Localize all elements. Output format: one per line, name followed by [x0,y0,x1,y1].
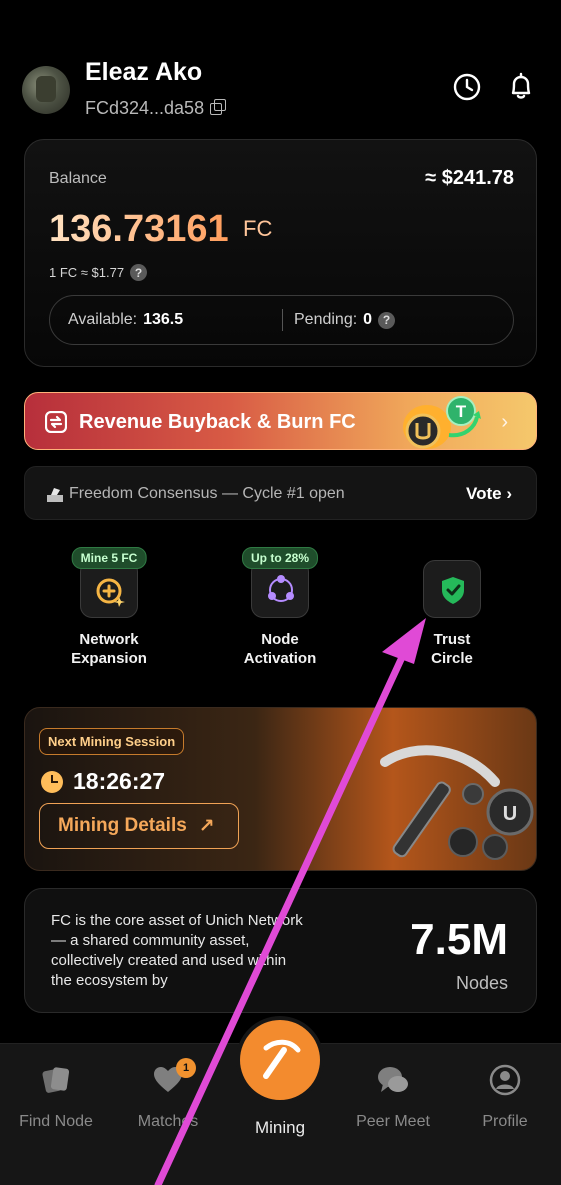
ballot-icon [47,488,63,502]
feature-icon-box: Up to 28% [241,547,319,618]
node-network-icon [268,575,294,602]
copy-icon[interactable] [210,98,227,115]
available-value: 136.5 [143,311,184,328]
tab-label: Peer Meet [356,1113,430,1130]
balance-card: Balance ≈ $241.78 136.73161 FC 1 FC ≈ $1… [24,139,537,367]
feature-node-activation[interactable]: Up to 28% Node Activation [210,547,350,668]
info-card: FC is the core asset of Unich Network — … [24,888,537,1013]
svg-text:U: U [503,803,517,825]
tab-find-node[interactable]: Find Node [1,1062,111,1131]
feature-trust-circle[interactable]: Trust Circle [382,560,522,668]
exchange-rate-text: 1 FC ≈ $1.77 [49,265,125,280]
wallet-address[interactable]: FCd324...da58 [85,98,227,119]
chat-bubbles-icon [378,1067,408,1092]
shield-check-icon [442,577,464,604]
profile-header: Eleaz Ako FCd324...da58 [22,58,542,128]
feature-label-text: Node Activation [243,631,317,667]
tab-matches[interactable]: Matches [113,1062,223,1131]
cards-icon [42,1067,70,1093]
balance-breakdown: Available: 136.5 Pending: 0 ? [49,295,514,345]
consensus-row[interactable]: Freedom Consensus — Cycle #1 open Vote › [24,466,537,520]
bottom-tab-bar: Find Node Matches 1 Mining Peer Meet Pro… [0,1020,561,1185]
feature-label: Trust Circle [382,630,522,668]
tab-label: Find Node [19,1113,93,1130]
mine-badge: Mine 5 FC [71,547,147,569]
nodes-count: 7.5M [410,915,508,964]
avatar[interactable] [22,66,70,114]
wallet-address-text: FCd324...da58 [85,98,205,118]
feature-label-text: Trust Circle [431,631,473,667]
vote-link[interactable]: Vote › [466,484,512,504]
history-clock-icon[interactable] [452,72,482,102]
nodes-label: Nodes [455,973,508,993]
timer-value: 18:26:27 [73,768,166,794]
buyback-banner[interactable]: Revenue Buyback & Burn FC T › [24,392,537,450]
help-icon[interactable]: ? [130,264,148,281]
tab-label-mining: Mining [254,1118,306,1137]
username: Eleaz Ako [85,58,203,86]
external-arrow-icon: ↗ [198,815,215,837]
balance-usd: ≈ $241.78 [425,167,514,189]
feature-icon-box: Mine 5 FC [71,547,147,618]
available-balance: Available: 136.5 [68,311,183,329]
svg-text:T: T [456,402,467,421]
mining-details-label: Mining Details [58,815,187,836]
pending-label: Pending: [294,311,358,328]
mining-timer: 18:26:27 [41,768,165,795]
feature-label-text: Network Expansion [71,631,147,667]
info-description: FC is the core asset of Unich Network — … [51,912,303,989]
divider [282,309,283,331]
tab-label: Profile [482,1113,528,1130]
coin-illustration-icon: T [403,396,481,449]
feature-label: Network Expansion [39,630,179,668]
pickaxe-coins-illustration-icon: U [380,745,534,860]
available-label: Available: [68,311,138,328]
pickaxe-icon [263,1039,301,1079]
tab-profile[interactable]: Profile [450,1062,560,1131]
plus-coin-icon [96,578,125,607]
matches-notification-badge: 1 [176,1058,196,1078]
timer-clock-icon [41,770,63,793]
bonus-badge: Up to 28% [241,547,319,569]
exchange-rate: 1 FC ≈ $1.77 ? [49,264,148,281]
balance-amount: 136.73161 [49,208,229,250]
mining-details-button[interactable]: Mining Details ↗ [39,803,239,849]
refresh-icon [45,411,67,433]
consensus-label: Freedom Consensus — Cycle #1 open [69,485,345,502]
balance-label: Balance [49,170,107,187]
user-circle-icon [489,1064,521,1096]
mining-tab-button[interactable] [240,1020,320,1100]
pending-balance: Pending: 0 ? [294,311,396,329]
feature-network-expansion[interactable]: Mine 5 FC Network Expansion [39,547,179,668]
bell-icon[interactable] [506,72,536,102]
next-session-badge: Next Mining Session [39,728,185,755]
pending-value: 0 [363,311,373,328]
pending-help-icon[interactable]: ? [378,311,396,329]
tab-label: Matches [137,1113,199,1130]
tab-peer-meet[interactable]: Peer Meet [338,1062,448,1131]
buyback-chevron: › [501,411,508,433]
feature-label: Node Activation [210,630,350,668]
buyback-label: Revenue Buyback & Burn FC [79,411,356,433]
balance-unit: FC [243,216,273,241]
feature-icon-box [423,560,481,618]
mining-session-card: Next Mining Session 18:26:27 Mining Deta… [24,707,537,871]
